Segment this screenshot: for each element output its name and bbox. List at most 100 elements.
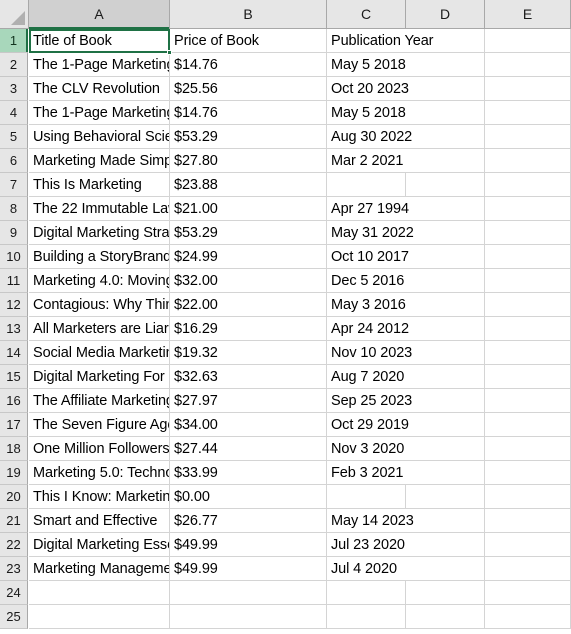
cell-E16[interactable] — [485, 389, 571, 413]
row-header-20[interactable]: 20 — [0, 485, 28, 509]
cell-D12[interactable] — [406, 293, 485, 317]
cell-B2[interactable]: $14.76 — [170, 53, 327, 77]
cell-A20[interactable]: This I Know: Marketing — [29, 485, 170, 509]
cell-B10[interactable]: $24.99 — [170, 245, 327, 269]
cell-A13[interactable]: All Marketers are Liars — [29, 317, 170, 341]
cell-E13[interactable] — [485, 317, 571, 341]
cell-A3[interactable]: The CLV Revolution — [29, 77, 170, 101]
cell-A1[interactable]: Title of Book — [29, 29, 170, 53]
cell-E10[interactable] — [485, 245, 571, 269]
cell-D2[interactable] — [406, 53, 485, 77]
cell-B5[interactable]: $53.29 — [170, 125, 327, 149]
row-header-8[interactable]: 8 — [0, 197, 28, 221]
cell-D15[interactable] — [406, 365, 485, 389]
cell-E8[interactable] — [485, 197, 571, 221]
cell-D13[interactable] — [406, 317, 485, 341]
cell-E25[interactable] — [485, 605, 571, 629]
cell-B13[interactable]: $16.29 — [170, 317, 327, 341]
cell-A21[interactable]: Smart and Effective — [29, 509, 170, 533]
cell-C7[interactable] — [327, 173, 406, 197]
row-header-4[interactable]: 4 — [0, 101, 28, 125]
cell-D4[interactable] — [406, 101, 485, 125]
column-header-c[interactable]: C — [327, 0, 406, 28]
cell-B19[interactable]: $33.99 — [170, 461, 327, 485]
row-header-7[interactable]: 7 — [0, 173, 28, 197]
cell-D10[interactable] — [406, 245, 485, 269]
cell-E1[interactable] — [485, 29, 571, 53]
cell-E17[interactable] — [485, 413, 571, 437]
cell-D14[interactable] — [406, 341, 485, 365]
cell-B20[interactable]: $0.00 — [170, 485, 327, 509]
cell-A25[interactable] — [29, 605, 170, 629]
cell-D11[interactable] — [406, 269, 485, 293]
cell-A7[interactable]: This Is Marketing — [29, 173, 170, 197]
row-header-22[interactable]: 22 — [0, 533, 28, 557]
cell-D19[interactable] — [406, 461, 485, 485]
cell-A12[interactable]: Contagious: Why Things — [29, 293, 170, 317]
cell-E18[interactable] — [485, 437, 571, 461]
cell-E5[interactable] — [485, 125, 571, 149]
cell-D16[interactable] — [406, 389, 485, 413]
cell-A2[interactable]: The 1-Page Marketing Plan — [29, 53, 170, 77]
cell-B6[interactable]: $27.80 — [170, 149, 327, 173]
cell-C20[interactable] — [327, 485, 406, 509]
row-header-14[interactable]: 14 — [0, 341, 28, 365]
fill-handle[interactable] — [167, 50, 172, 55]
cell-B14[interactable]: $19.32 — [170, 341, 327, 365]
cell-D22[interactable] — [406, 533, 485, 557]
column-header-d[interactable]: D — [406, 0, 485, 28]
cell-E3[interactable] — [485, 77, 571, 101]
column-header-a[interactable]: A — [29, 0, 170, 29]
cell-E19[interactable] — [485, 461, 571, 485]
cell-A9[interactable]: Digital Marketing Strategy — [29, 221, 170, 245]
row-header-25[interactable]: 25 — [0, 605, 28, 629]
row-header-1[interactable]: 1 — [0, 29, 28, 53]
row-header-10[interactable]: 10 — [0, 245, 28, 269]
cell-A22[interactable]: Digital Marketing Essentials — [29, 533, 170, 557]
cell-B4[interactable]: $14.76 — [170, 101, 327, 125]
cell-C25[interactable] — [327, 605, 406, 629]
cell-A5[interactable]: Using Behavioral Science — [29, 125, 170, 149]
cell-A14[interactable]: Social Media Marketing — [29, 341, 170, 365]
cell-A17[interactable]: The Seven Figure Agency — [29, 413, 170, 437]
row-header-11[interactable]: 11 — [0, 269, 28, 293]
cell-E24[interactable] — [485, 581, 571, 605]
row-header-21[interactable]: 21 — [0, 509, 28, 533]
cell-E7[interactable] — [485, 173, 571, 197]
cell-D8[interactable] — [406, 197, 485, 221]
cell-B1[interactable]: Price of Book — [170, 29, 327, 53]
cell-B12[interactable]: $22.00 — [170, 293, 327, 317]
cell-A6[interactable]: Marketing Made Simple — [29, 149, 170, 173]
row-header-5[interactable]: 5 — [0, 125, 28, 149]
select-all-corner[interactable] — [0, 0, 29, 29]
cell-B17[interactable]: $34.00 — [170, 413, 327, 437]
row-header-24[interactable]: 24 — [0, 581, 28, 605]
row-header-9[interactable]: 9 — [0, 221, 28, 245]
cell-A24[interactable] — [29, 581, 170, 605]
cell-B7[interactable]: $23.88 — [170, 173, 327, 197]
row-header-12[interactable]: 12 — [0, 293, 28, 317]
cell-D9[interactable] — [406, 221, 485, 245]
cell-E6[interactable] — [485, 149, 571, 173]
cell-B22[interactable]: $49.99 — [170, 533, 327, 557]
cell-E12[interactable] — [485, 293, 571, 317]
cell-A16[interactable]: The Affiliate Marketing — [29, 389, 170, 413]
cell-A11[interactable]: Marketing 4.0: Moving — [29, 269, 170, 293]
cell-E15[interactable] — [485, 365, 571, 389]
row-header-17[interactable]: 17 — [0, 413, 28, 437]
spreadsheet-grid[interactable]: ABCDE 1 2 3 4 5 6 7 8 9 10 11 12 13 14 15 16 17 18 19 20 21 2… — [0, 0, 571, 634]
cell-B21[interactable]: $26.77 — [170, 509, 327, 533]
cell-A15[interactable]: Digital Marketing For — [29, 365, 170, 389]
cell-B24[interactable] — [170, 581, 327, 605]
row-header-23[interactable]: 23 — [0, 557, 28, 581]
cell-A4[interactable]: The 1-Page Marketing Plan — [29, 101, 170, 125]
cell-B18[interactable]: $27.44 — [170, 437, 327, 461]
cell-E21[interactable] — [485, 509, 571, 533]
row-header-18[interactable]: 18 — [0, 437, 28, 461]
cell-B11[interactable]: $32.00 — [170, 269, 327, 293]
cell-B3[interactable]: $25.56 — [170, 77, 327, 101]
row-header-16[interactable]: 16 — [0, 389, 28, 413]
cell-E11[interactable] — [485, 269, 571, 293]
row-header-6[interactable]: 6 — [0, 149, 28, 173]
cell-A23[interactable]: Marketing Management — [29, 557, 170, 581]
